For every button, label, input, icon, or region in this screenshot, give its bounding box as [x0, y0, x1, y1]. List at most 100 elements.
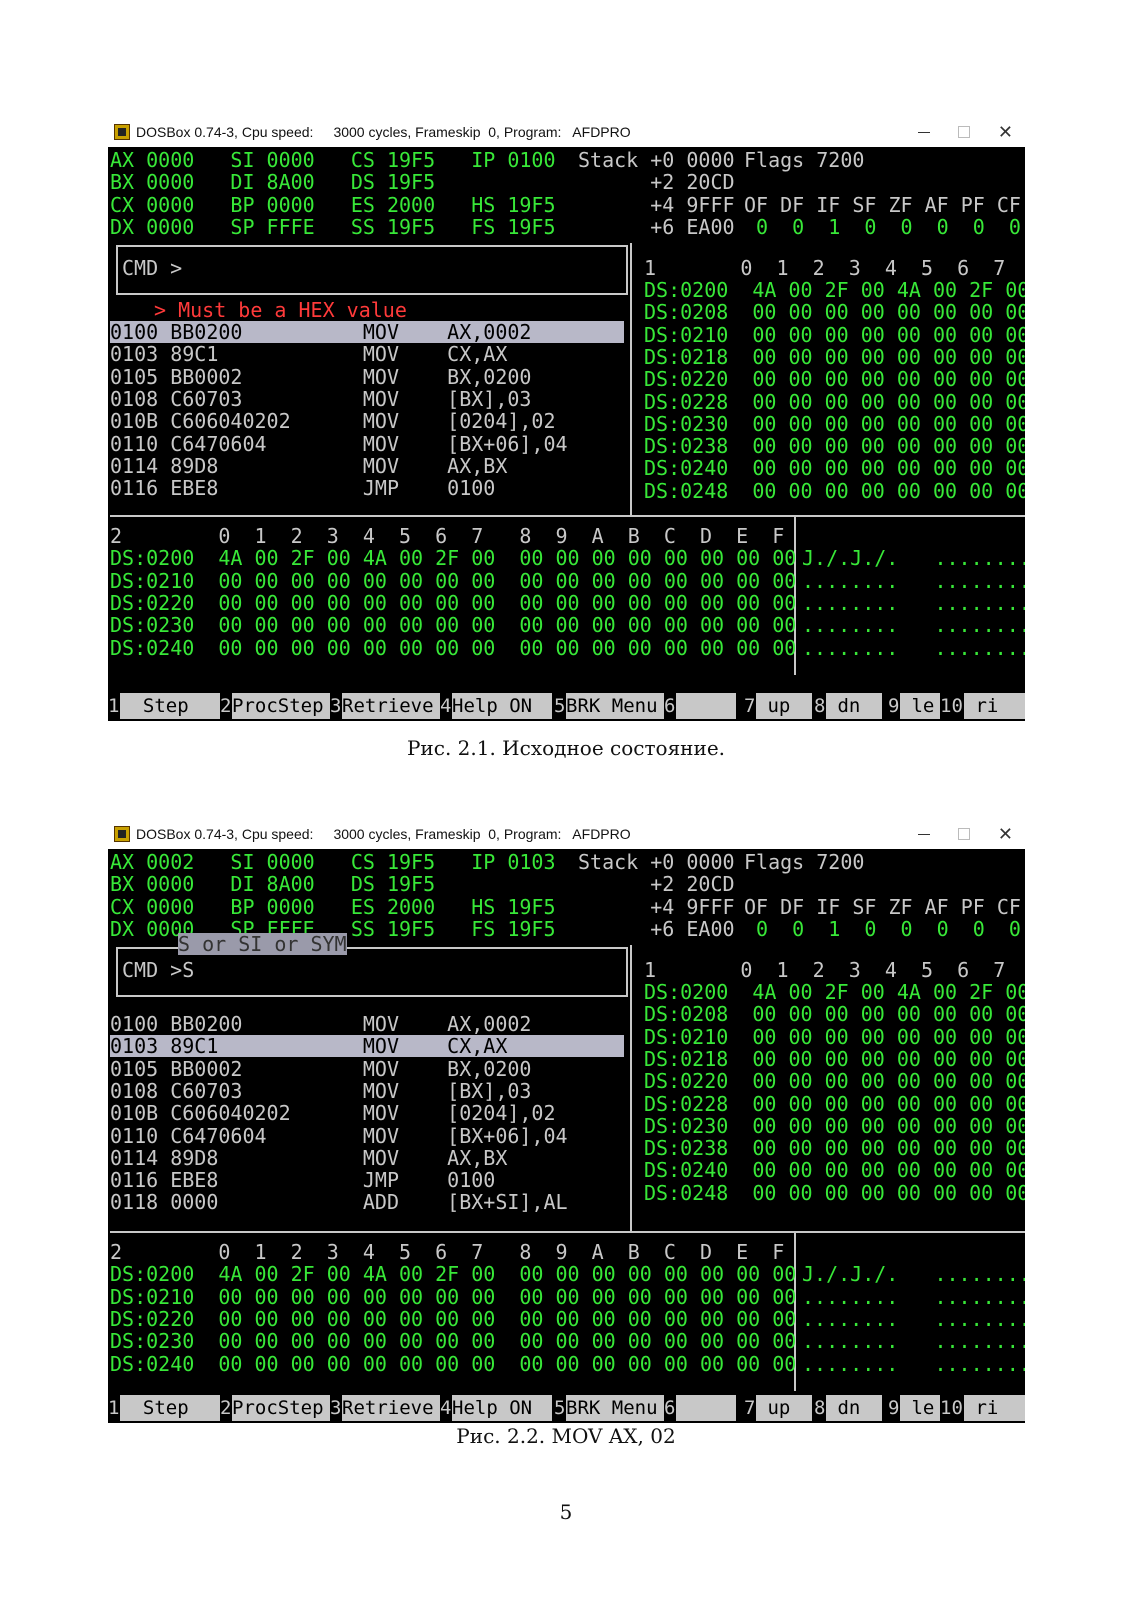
- memory1-row: DS:0210 00 00 00 00 00 00 00 00: [644, 322, 1025, 347]
- code-line: 0105 BB0002 MOV BX,0200: [110, 1056, 532, 1081]
- fkey-button[interactable]: [676, 1395, 736, 1421]
- dosbox-app-icon: [114, 124, 130, 140]
- error-message: > Must be a HEX value: [154, 298, 407, 322]
- memory2-ascii-row: J./.J./. ........: [802, 1262, 1025, 1287]
- memory1-row: DS:0218 00 00 00 00 00 00 00 00: [644, 1046, 1025, 1071]
- stack-row: +4 9FFF: [578, 894, 735, 919]
- figure-caption: Рис. 2.1. Исходное состояние.: [406, 736, 726, 760]
- fkey-button[interactable]: ri: [964, 693, 1025, 719]
- memory1-row: DS:0200 4A 00 2F 00 4A 00 2F 00: [644, 980, 1025, 1004]
- maximize-icon[interactable]: [957, 126, 970, 138]
- fkey-number: 5: [554, 695, 566, 717]
- fkey-number: 5: [554, 1397, 566, 1419]
- fkey-button[interactable]: BRK Menu: [566, 1395, 664, 1421]
- figure-caption: Рис. 2.2. MOV AX, 02: [456, 1424, 676, 1448]
- memory1-row: DS:0238 00 00 00 00 00 00 00 00: [644, 1136, 1025, 1161]
- memory2-row: DS:0210 00 00 00 00 00 00 00 00 00 00 00…: [110, 568, 797, 593]
- flags-values: 0 0 1 0 0 0 0 0: [744, 214, 1021, 239]
- fkey-button[interactable]: Help ON: [452, 693, 552, 719]
- current-instruction-highlight: 0103 89C1 MOV CX,AX: [110, 1035, 624, 1058]
- memory2-row: DS:0220 00 00 00 00 00 00 00 00 00 00 00…: [110, 1306, 797, 1331]
- fkey-button[interactable]: BRK Menu: [566, 693, 664, 719]
- memory1-row: DS:0208 00 00 00 00 00 00 00 00: [644, 1002, 1025, 1027]
- fkey-button[interactable]: Help ON: [452, 1395, 552, 1421]
- code-line: 0118 0000 ADD [BX+SI],AL: [110, 1190, 568, 1215]
- pane-divider-horizontal: [110, 1231, 1025, 1233]
- current-instruction-highlight: 0100 BB0200 MOV AX,0002: [110, 321, 624, 343]
- stack-row: +6 EA00: [578, 916, 735, 941]
- window-titlebar: DOSBox 0.74-3, Cpu speed: 3000 cycles, F…: [108, 117, 1025, 147]
- fkey-number: 6: [664, 695, 676, 717]
- register-row: AX 0000 SI 0000 CS 19F5 IP 0100: [110, 148, 556, 172]
- memory2-ascii-row: ........ ........: [802, 1351, 1025, 1376]
- window-title: DOSBox 0.74-3, Cpu speed:: [136, 826, 314, 842]
- register-row: AX 0002 SI 0000 CS 19F5 IP 0103: [110, 850, 556, 874]
- code-line: 0100 BB0200 MOV AX,0002: [110, 1012, 532, 1036]
- fkey-number: 2: [220, 1397, 232, 1419]
- memory1-row: DS:0200 4A 00 2F 00 4A 00 2F 00: [644, 278, 1025, 302]
- fkey-number: 4: [440, 1397, 452, 1419]
- close-icon[interactable]: ✕: [998, 123, 1013, 141]
- code-line: 0114 89D8 MOV AX,BX: [110, 1145, 508, 1170]
- fkey-number: 10: [940, 1397, 963, 1419]
- memory2-row: DS:0200 4A 00 2F 00 4A 00 2F 00 00 00 00…: [110, 546, 797, 571]
- fkey-button[interactable]: Step: [120, 1395, 220, 1421]
- memory2-ascii-row: ........ ........: [802, 1329, 1025, 1354]
- fkey-button[interactable]: Retrieve: [342, 1395, 440, 1421]
- cmd-box-left: [116, 245, 118, 295]
- minimize-icon[interactable]: [917, 131, 930, 133]
- memory2-row: DS:0230 00 00 00 00 00 00 00 00 00 00 00…: [110, 1329, 797, 1354]
- fkey-button[interactable]: dn: [826, 1395, 882, 1421]
- memory1-row: DS:0230 00 00 00 00 00 00 00 00: [644, 1113, 1025, 1138]
- fkey-button[interactable]: up: [756, 693, 812, 719]
- code-line: 0105 BB0002 MOV BX,0200: [110, 364, 532, 389]
- fkey-button[interactable]: [676, 693, 736, 719]
- fkey-button[interactable]: ri: [964, 1395, 1025, 1421]
- memory1-row: DS:0248 00 00 00 00 00 00 00 00: [644, 1180, 1025, 1205]
- fkey-button[interactable]: ProcStep: [232, 1395, 330, 1421]
- memory2-ascii-row: J./.J./. ........: [802, 546, 1025, 571]
- code-line: 0108 C60703 MOV [BX],03: [110, 386, 532, 411]
- memory2-ascii-row: ........ ........: [802, 590, 1025, 615]
- code-line: 010B C606040202 MOV [0204],02: [110, 409, 556, 434]
- function-key-bar: 1 Step 2 ProcStep 3 Retrieve 4 Help ON 5 BRK M…: [108, 693, 1025, 719]
- fkey-button[interactable]: Retrieve: [342, 693, 440, 719]
- memory1-row: DS:0220 00 00 00 00 00 00 00 00: [644, 367, 1025, 392]
- flags-title: Flags 7200: [744, 850, 865, 874]
- cmd-box-left: [116, 947, 118, 997]
- fkey-number: 7: [744, 695, 756, 717]
- fkey-number: 9: [888, 1397, 900, 1419]
- code-line: 0108 C60703 MOV [BX],03: [110, 1078, 532, 1103]
- code-line: 010B C606040202 MOV [0204],02: [110, 1101, 556, 1126]
- memory1-row: DS:0228 00 00 00 00 00 00 00 00: [644, 389, 1025, 414]
- memory2-row: DS:0240 00 00 00 00 00 00 00 00 00 00 00…: [110, 635, 797, 660]
- memory1-row: DS:0240 00 00 00 00 00 00 00 00: [644, 1158, 1025, 1183]
- maximize-icon[interactable]: [957, 828, 970, 840]
- cmd-box-bottom: [116, 293, 628, 295]
- cmd-input[interactable]: CMD >S: [122, 959, 194, 981]
- fkey-button[interactable]: Step: [120, 693, 220, 719]
- fkey-button[interactable]: ProcStep: [232, 693, 330, 719]
- cmd-input[interactable]: CMD >: [122, 257, 182, 279]
- memory1-header: 1 0 1 2 3 4 5 6 7: [644, 958, 1006, 982]
- close-icon[interactable]: ✕: [998, 825, 1013, 843]
- pane-divider: [630, 945, 632, 1231]
- memory2-row: DS:0240 00 00 00 00 00 00 00 00 00 00 00…: [110, 1351, 797, 1376]
- memory1-row: DS:0228 00 00 00 00 00 00 00 00: [644, 1091, 1025, 1116]
- memory2-ascii-row: ........ ........: [802, 1306, 1025, 1331]
- pane-divider-horizontal: [110, 515, 1025, 517]
- fkey-button[interactable]: up: [756, 1395, 812, 1421]
- fkey-button[interactable]: dn: [826, 693, 882, 719]
- register-row: BX 0000 DI 8A00 DS 19F5: [110, 872, 436, 897]
- minimize-icon[interactable]: [917, 833, 930, 835]
- cmd-box-bottom: [116, 995, 628, 997]
- register-row: CX 0000 BP 0000 ES 2000 HS 19F5: [110, 192, 556, 217]
- stack-row: +2 20CD: [578, 872, 735, 897]
- fkey-button[interactable]: le: [900, 1395, 940, 1421]
- fkey-button[interactable]: le: [900, 693, 940, 719]
- window-speed-info: 3000 cycles, Frameskip 0, Program: AFDPR…: [333, 826, 631, 842]
- window-titlebar: DOSBox 0.74-3, Cpu speed: 3000 cycles, F…: [108, 819, 1025, 849]
- window-speed-info: 3000 cycles, Frameskip 0, Program: AFDPR…: [333, 124, 631, 140]
- pane-divider: [630, 243, 632, 515]
- dosbox-window-1: DOSBox 0.74-3, Cpu speed: 3000 cycles, F…: [108, 117, 1025, 721]
